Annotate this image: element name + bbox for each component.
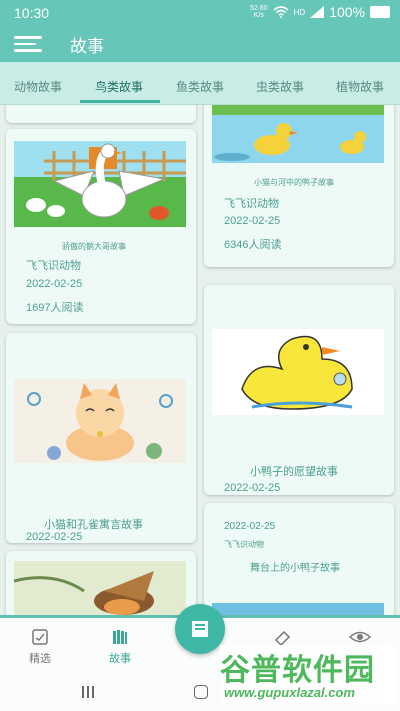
home-icon[interactable] bbox=[194, 685, 208, 699]
tab-plant-stories[interactable]: 植物故事 bbox=[336, 78, 384, 95]
book-icon bbox=[192, 621, 208, 637]
story-author: 飞飞识动物 bbox=[224, 540, 264, 549]
tab-bird-stories[interactable]: 鸟类故事 bbox=[95, 78, 143, 95]
story-card-cat[interactable]: 小猫和孔雀寓言故事 2022-02-25 bbox=[6, 333, 196, 543]
status-bar: 10:30 52.60 K/s HD 100% bbox=[0, 0, 400, 26]
story-card-bird[interactable] bbox=[6, 551, 196, 615]
eye-icon bbox=[349, 631, 371, 643]
signal-icon bbox=[310, 6, 325, 18]
story-card-duck-wish[interactable]: 小鸭子的愿望故事 2022-02-25 bbox=[204, 285, 394, 495]
story-reads: 1697人阅读 bbox=[26, 302, 84, 314]
story-date: 2022-02-25 bbox=[26, 278, 83, 290]
network-speed: 52.60 K/s bbox=[250, 5, 268, 19]
story-title: 舞台上的小鸭子故事 bbox=[250, 563, 340, 574]
duck-river-story-image bbox=[212, 105, 384, 163]
wifi-icon bbox=[273, 6, 289, 18]
books-icon bbox=[113, 630, 127, 644]
nav-label: 故事 bbox=[109, 653, 131, 665]
story-feed[interactable]: 骄傲的鹅大哥故事 飞飞识动物 2022-02-25 1697人阅读 小猫和孔雀寓… bbox=[0, 105, 400, 615]
story-card-duck-stage[interactable]: 2022-02-25 飞飞识动物 舞台上的小鸭子故事 bbox=[204, 503, 394, 615]
story-date: 2022-02-25 bbox=[26, 531, 83, 543]
recent-apps-icon[interactable] bbox=[80, 685, 96, 699]
tab-animal-stories[interactable]: 动物故事 bbox=[14, 78, 62, 95]
story-card-goose[interactable]: 骄傲的鹅大哥故事 飞飞识动物 2022-02-25 1697人阅读 bbox=[6, 129, 196, 324]
featured-icon bbox=[32, 629, 48, 645]
battery-icon bbox=[370, 6, 390, 18]
story-author: 飞飞识动物 bbox=[224, 198, 279, 210]
story-card-duck-river[interactable]: 小猫与河中的鸭子故事 飞飞识动物 2022-02-25 6346人阅读 bbox=[204, 105, 394, 267]
story-date: 2022-02-25 bbox=[224, 215, 281, 227]
story-title: 小猫与河中的鸭子故事 bbox=[254, 178, 334, 187]
story-author: 飞飞识动物 bbox=[26, 260, 81, 272]
hd-indicator: HD bbox=[293, 7, 306, 17]
watermark-brand: 谷普软件园 bbox=[220, 654, 375, 687]
watermark: 谷普软件园 www.gupuxlazal.com bbox=[220, 645, 396, 705]
story-date: 2022-02-25 bbox=[224, 521, 276, 532]
eraser-icon bbox=[274, 630, 291, 646]
active-tab-indicator bbox=[80, 100, 160, 103]
category-tabs: 动物故事 鸟类故事 鱼类故事 虫类故事 植物故事 bbox=[0, 62, 400, 105]
battery-percent: 100% bbox=[329, 4, 365, 20]
story-date: 2022-02-25 bbox=[224, 482, 281, 494]
duck-wish-story-image bbox=[212, 329, 384, 415]
nav-stories[interactable]: 故事 bbox=[90, 628, 150, 666]
story-title: 骄傲的鹅大哥故事 bbox=[62, 242, 126, 251]
app-bar: 故事 bbox=[0, 26, 400, 62]
bird-story-image bbox=[14, 561, 186, 615]
page-title: 故事 bbox=[70, 37, 104, 56]
tab-insect-stories[interactable]: 虫类故事 bbox=[256, 78, 304, 95]
story-title: 小猫和孔雀寓言故事 bbox=[44, 519, 143, 531]
nav-label: 精选 bbox=[29, 653, 51, 665]
nav-center-reading[interactable] bbox=[175, 604, 225, 654]
status-time: 10:30 bbox=[14, 5, 50, 21]
story-card[interactable] bbox=[6, 105, 196, 123]
nav-featured[interactable]: 精选 bbox=[10, 628, 70, 666]
duck-stage-story-image bbox=[212, 603, 384, 615]
tab-fish-stories[interactable]: 鱼类故事 bbox=[176, 78, 224, 95]
menu-icon[interactable] bbox=[14, 36, 42, 52]
cat-story-image bbox=[14, 379, 186, 463]
story-title: 小鸭子的愿望故事 bbox=[250, 466, 338, 478]
watermark-url: www.gupuxlazal.com bbox=[224, 685, 355, 700]
story-reads: 6346人阅读 bbox=[224, 239, 282, 251]
goose-story-image bbox=[14, 141, 186, 227]
